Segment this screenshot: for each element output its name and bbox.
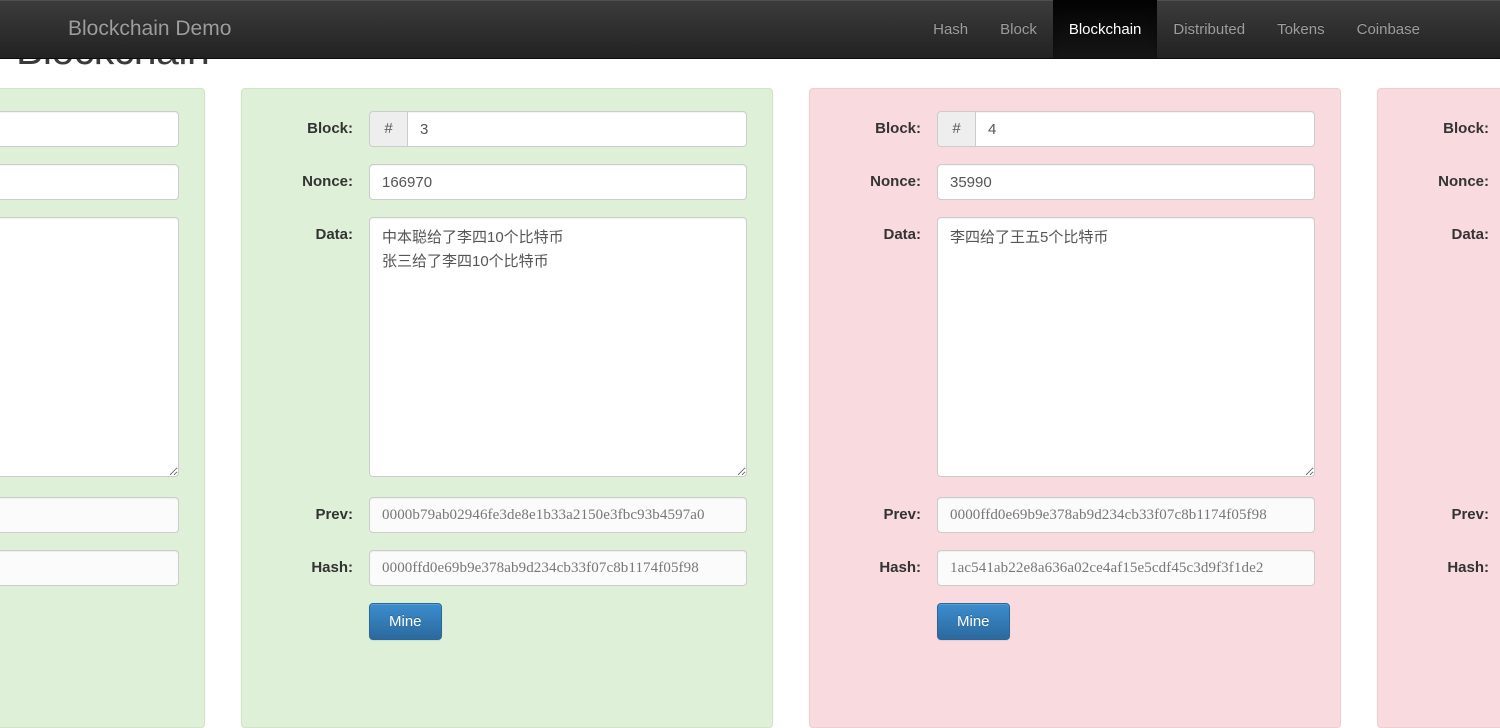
prev-row: Prev: bbox=[1393, 497, 1500, 533]
hash-sign-icon: # bbox=[937, 111, 975, 147]
prev-row: Prev: bbox=[0, 497, 179, 533]
mine-row: Mine bbox=[825, 603, 1315, 640]
block-number-label: Block: bbox=[307, 120, 353, 137]
mine-button[interactable]: Mine bbox=[937, 603, 1010, 640]
block-number-input[interactable] bbox=[0, 111, 179, 147]
nonce-row: Nonce: bbox=[257, 164, 747, 200]
hash-row: Hash: bbox=[1393, 550, 1500, 586]
hash-sign-icon: # bbox=[369, 111, 407, 147]
data-label: Data: bbox=[883, 226, 921, 243]
hash-row: Hash: bbox=[257, 550, 747, 586]
data-row: Data: 李四给了王五5个比特币 bbox=[825, 217, 1315, 477]
top-navbar: Blockchain Demo Hash Block Blockchain Di… bbox=[0, 0, 1500, 59]
hash-row: Hash: bbox=[825, 550, 1315, 586]
hash-label: Hash: bbox=[311, 559, 353, 576]
prev-hash-input bbox=[0, 497, 179, 533]
block-number-row: Block: # bbox=[257, 111, 747, 147]
hash-label: Hash: bbox=[879, 559, 921, 576]
data-row: Data: 中本聪给了李四10个比特币 张三给了李四10个比特币 bbox=[257, 217, 747, 477]
block-card-2: Block: # Nonce: Data: 比特币 Prev: bbox=[0, 88, 205, 728]
nav-item-distributed[interactable]: Distributed bbox=[1157, 0, 1261, 58]
nonce-input[interactable] bbox=[937, 164, 1315, 200]
data-row: Data: 比特币 bbox=[0, 217, 179, 477]
mine-row: Mine bbox=[1393, 603, 1500, 640]
block-number-label: Block: bbox=[875, 120, 921, 137]
prev-row: Prev: bbox=[257, 497, 747, 533]
hash-input bbox=[369, 550, 747, 586]
block-card-5: Block: # Nonce: Data: Prev: bbox=[1377, 88, 1500, 728]
prev-hash-input bbox=[937, 497, 1315, 533]
nav-item-blockchain[interactable]: Blockchain bbox=[1052, 0, 1158, 58]
prev-row: Prev: bbox=[825, 497, 1315, 533]
nonce-row: Nonce: bbox=[1393, 164, 1500, 200]
nonce-label: Nonce: bbox=[302, 173, 353, 190]
nonce-row: Nonce: bbox=[825, 164, 1315, 200]
data-row: Data: bbox=[1393, 217, 1500, 477]
hash-label: Hash: bbox=[1447, 559, 1489, 576]
data-textarea[interactable]: 比特币 bbox=[0, 217, 179, 477]
prev-label: Prev: bbox=[1451, 506, 1489, 523]
block-number-input[interactable] bbox=[407, 111, 747, 147]
blockchain-block-row: Block: # Nonce: Data: 比特币 Prev: bbox=[0, 88, 1500, 728]
data-textarea[interactable]: 李四给了王五5个比特币 bbox=[937, 217, 1315, 477]
block-card-4: Block: # Nonce: Data: 李四给了王五5个比特币 Prev: bbox=[809, 88, 1341, 728]
nav-item-hash[interactable]: Hash bbox=[917, 0, 984, 58]
prev-label: Prev: bbox=[883, 506, 921, 523]
nav-item-coinbase[interactable]: Coinbase bbox=[1341, 0, 1436, 58]
nav-item-tokens[interactable]: Tokens bbox=[1261, 0, 1341, 58]
block-number-input[interactable] bbox=[975, 111, 1315, 147]
block-number-label: Block: bbox=[1443, 120, 1489, 137]
nonce-input[interactable] bbox=[369, 164, 747, 200]
block-card-3: Block: # Nonce: Data: 中本聪给了李四10个比特币 张三给了… bbox=[241, 88, 773, 728]
nonce-label: Nonce: bbox=[870, 173, 921, 190]
mine-row: Mine bbox=[257, 603, 747, 640]
data-label: Data: bbox=[1451, 226, 1489, 243]
navbar-brand[interactable]: Blockchain Demo bbox=[53, 0, 246, 58]
prev-label: Prev: bbox=[315, 506, 353, 523]
data-textarea[interactable]: 中本聪给了李四10个比特币 张三给了李四10个比特币 bbox=[369, 217, 747, 477]
data-label: Data: bbox=[315, 226, 353, 243]
block-number-row: Block: # bbox=[1393, 111, 1500, 147]
block-number-row: Block: # bbox=[0, 111, 179, 147]
block-number-row: Block: # bbox=[825, 111, 1315, 147]
hash-input bbox=[937, 550, 1315, 586]
nonce-label: Nonce: bbox=[1438, 173, 1489, 190]
mine-button[interactable]: Mine bbox=[369, 603, 442, 640]
nonce-input[interactable] bbox=[0, 164, 179, 200]
navbar-nav: Hash Block Blockchain Distributed Tokens… bbox=[917, 0, 1436, 58]
nonce-row: Nonce: bbox=[0, 164, 179, 200]
prev-hash-input bbox=[369, 497, 747, 533]
hash-input bbox=[0, 550, 179, 586]
mine-row: Mine bbox=[0, 603, 179, 640]
nav-item-block[interactable]: Block bbox=[984, 0, 1053, 58]
hash-row: Hash: bbox=[0, 550, 179, 586]
